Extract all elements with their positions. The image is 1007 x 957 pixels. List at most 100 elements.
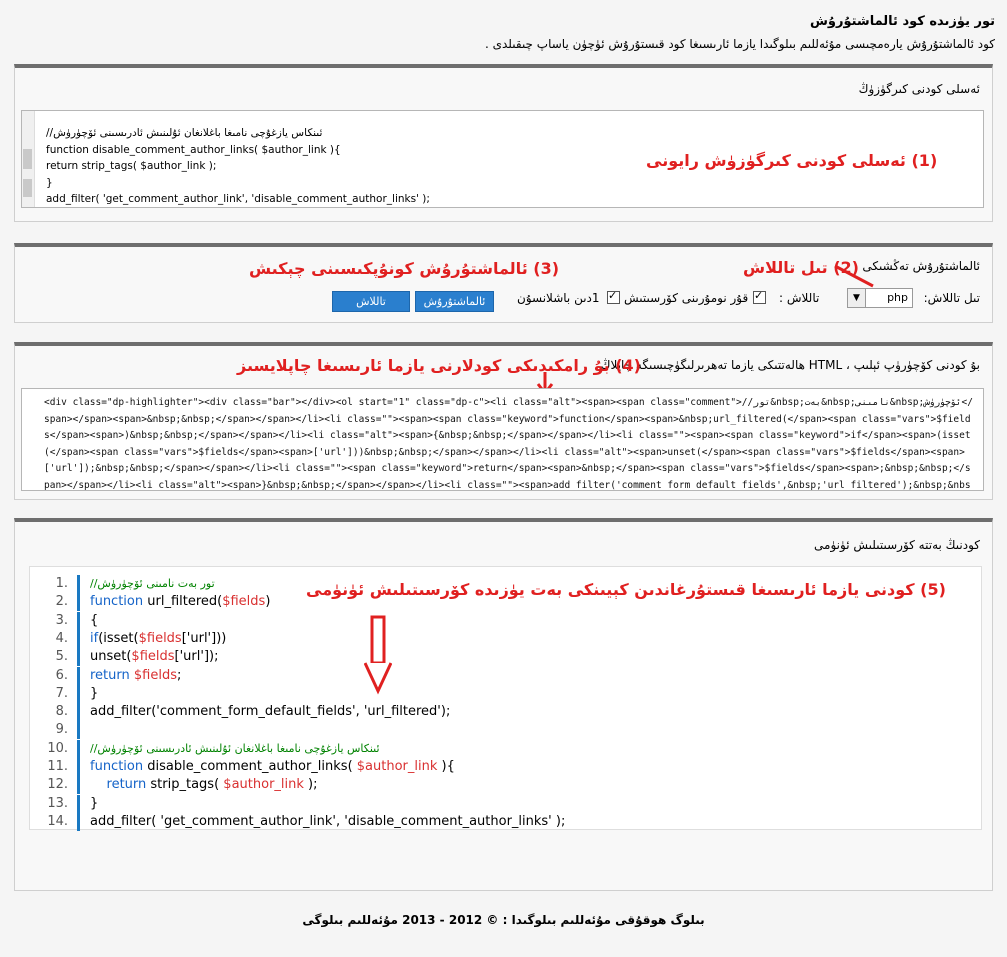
code-token: $author_link [356,759,438,774]
gutter-bar [77,703,80,722]
code-text: { [90,612,98,630]
escaped-html-text: <div class="dp-highlighter"><div class="… [44,397,973,491]
source-code-line: //ئىنكاس يازغۇچى نامىغا باغلانغان ئۇلىنى… [46,127,323,139]
code-text: function disable_comment_author_links( $… [90,758,455,776]
output-panel: بۇ كودنى كۆچۈرۈپ ئېلىپ ، HTML ھالەتتىكى … [14,342,993,500]
page-subtitle: كود ئالماشتۇرۇش يارەمچىسى مۇئەللىم بىلوگ… [484,37,995,51]
code-line: 11. function disable_comment_author_links… [30,758,981,776]
code-line: 12. return strip_tags( $author_link ); [30,776,981,795]
line-number: 14. [47,813,68,829]
show-line-numbers-checkbox[interactable] [753,289,766,304]
source-code-line: } [46,176,53,189]
code-text: add_filter('comment_form_default_fields'… [90,703,450,721]
code-line: 13.} [30,794,981,813]
language-value: php [887,291,908,304]
source-code-textarea[interactable]: //ئىنكاس يازغۇچى نامىغا باغلانغان ئۇلىنى… [21,110,984,208]
source-code-line: function disable_comment_author_links( $… [46,143,341,156]
code-token: unset( [90,649,132,665]
code-line: 14. add_filter( 'get_comment_author_link'… [30,812,981,831]
gutter-bar [77,739,80,758]
convert-button[interactable]: ئالماشتۇرۇش [415,291,494,312]
gutter-bar [77,721,80,740]
footer-copyright: بىلوگ ھوقۇقى مۇئەللىم بىلوگىدا : © 2012 … [302,913,705,927]
code-token: add_filter('comment_form_default_fields'… [90,704,451,720]
gutter-bar [77,611,80,630]
page-title: تور يۈزىدە كود ئالماشتۇرۇش [809,14,995,29]
line-number: 4. [55,630,68,646]
code-token: $fields [138,630,182,646]
start-from-one-label: 1دىن باشلانسۇن [517,291,600,305]
code-token: $fields [133,667,177,683]
gutter-bar [77,684,80,703]
language-select[interactable]: ▼ php [847,288,913,308]
code-line: 10. //ئىنكاس يازغۇچى نامىغا باغلانغان ئۇل… [30,739,981,758]
code-line: 7.} [30,684,981,703]
gutter-bar [77,666,80,685]
line-number: 3. [55,612,68,628]
start-from-one-checkbox[interactable] [607,289,620,304]
gutter-bar [77,776,80,795]
select-all-button[interactable]: تاللاش [332,291,410,312]
output-note: (4) بۇ رامكىدىكى كودلارنى يازما ئارىسىغا… [237,356,641,375]
code-line: 6. return $fields; [30,666,981,685]
code-text: return $fields; [90,667,181,685]
textarea-scrollbar[interactable] [22,111,35,207]
gutter-bar [77,593,80,612]
code-line: 5. unset($fields['url']); [30,648,981,667]
code-token: add_filter( 'get_comment_author_link', '… [90,813,566,829]
show-line-numbers-label: قۇر نومۇرىنى كۆرسىتىش [624,291,749,305]
code-text: //تور بەت نامىنى ئۆچۈرۈش [90,575,215,593]
options-label: تاللاش : [779,291,820,305]
highlighted-code-preview: (5) كودنى يازما ئارىسىغا قىستۇرغاندىن كې… [29,566,982,831]
code-token: $fields [131,649,175,665]
code-token: return [90,667,130,683]
code-token: } [90,795,99,811]
code-token: strip_tags( [146,777,224,793]
source-code-line: return strip_tags( $author_link ); [46,160,217,172]
code-token: ){ [437,759,455,774]
code-token: //ئىنكاس يازغۇچى نامىغا باغلانغان ئۇلىنى… [90,741,380,755]
preview-panel: كودنىڭ بەتتە كۆرسىتىلىش ئۈنۈمى (5) كودنى… [14,518,993,891]
settings-panel: ئالماشتۇرۇش تەڭشىكى (2) تىل تاللاش (3) ئ… [14,243,993,323]
line-number: 8. [55,704,68,720]
chevron-down-icon[interactable]: ▼ [848,289,866,307]
code-token: } [90,685,99,701]
code-token: ; [177,667,182,683]
code-text: function url_filtered($fields) [90,593,270,611]
gutter-bar [77,794,80,813]
language-label: تىل تاللاش: [923,291,980,305]
source-code-line: add_filter( 'get_comment_author_link', '… [46,193,430,205]
line-number: 6. [55,667,68,683]
line-number: 5. [55,649,68,665]
code-token: return [106,777,147,793]
output-code-textarea[interactable]: <div class="dp-highlighter"><div class="… [21,388,984,491]
code-text: } [90,685,98,703]
line-number: 9. [55,722,68,738]
code-token: { [90,612,99,628]
source-code-lines: //ئىنكاس يازغۇچى نامىغا باغلانغان ئۇلىنى… [46,125,430,207]
code-text: } [90,795,98,813]
source-panel: ئەسلى كودنى كىرگۈزۈڭ //ئىنكاس يازغۇچى نا… [14,64,993,222]
code-token: ) [265,594,271,610]
code-text: //ئىنكاس يازغۇچى نامىغا باغلانغان ئۇلىنى… [90,740,380,758]
code-token: function [90,759,144,774]
code-text: add_filter( 'get_comment_author_link', '… [90,813,565,831]
code-token: $author_link [223,777,304,793]
code-token: $fields [222,594,266,610]
pointer-arrow-icon [834,264,874,288]
code-token: disable_comment_author_links( [143,759,357,774]
code-line: 2. function url_filtered($fields) [30,593,981,612]
gutter-bar [77,648,80,667]
code-text: unset($fields['url']); [90,648,218,666]
code-text: return strip_tags( $author_link ); [90,776,318,794]
code-line: 3. { [30,611,981,630]
line-number: 7. [55,685,68,701]
code-token: (isset( [98,630,139,646]
code-token: if [90,630,99,646]
gutter-bar [77,758,80,776]
line-number: 1. [55,576,68,591]
code-token: //تور بەت نامىنى ئۆچۈرۈش [90,577,215,590]
line-number: 10. [47,740,68,756]
line-number: 13. [47,795,68,811]
